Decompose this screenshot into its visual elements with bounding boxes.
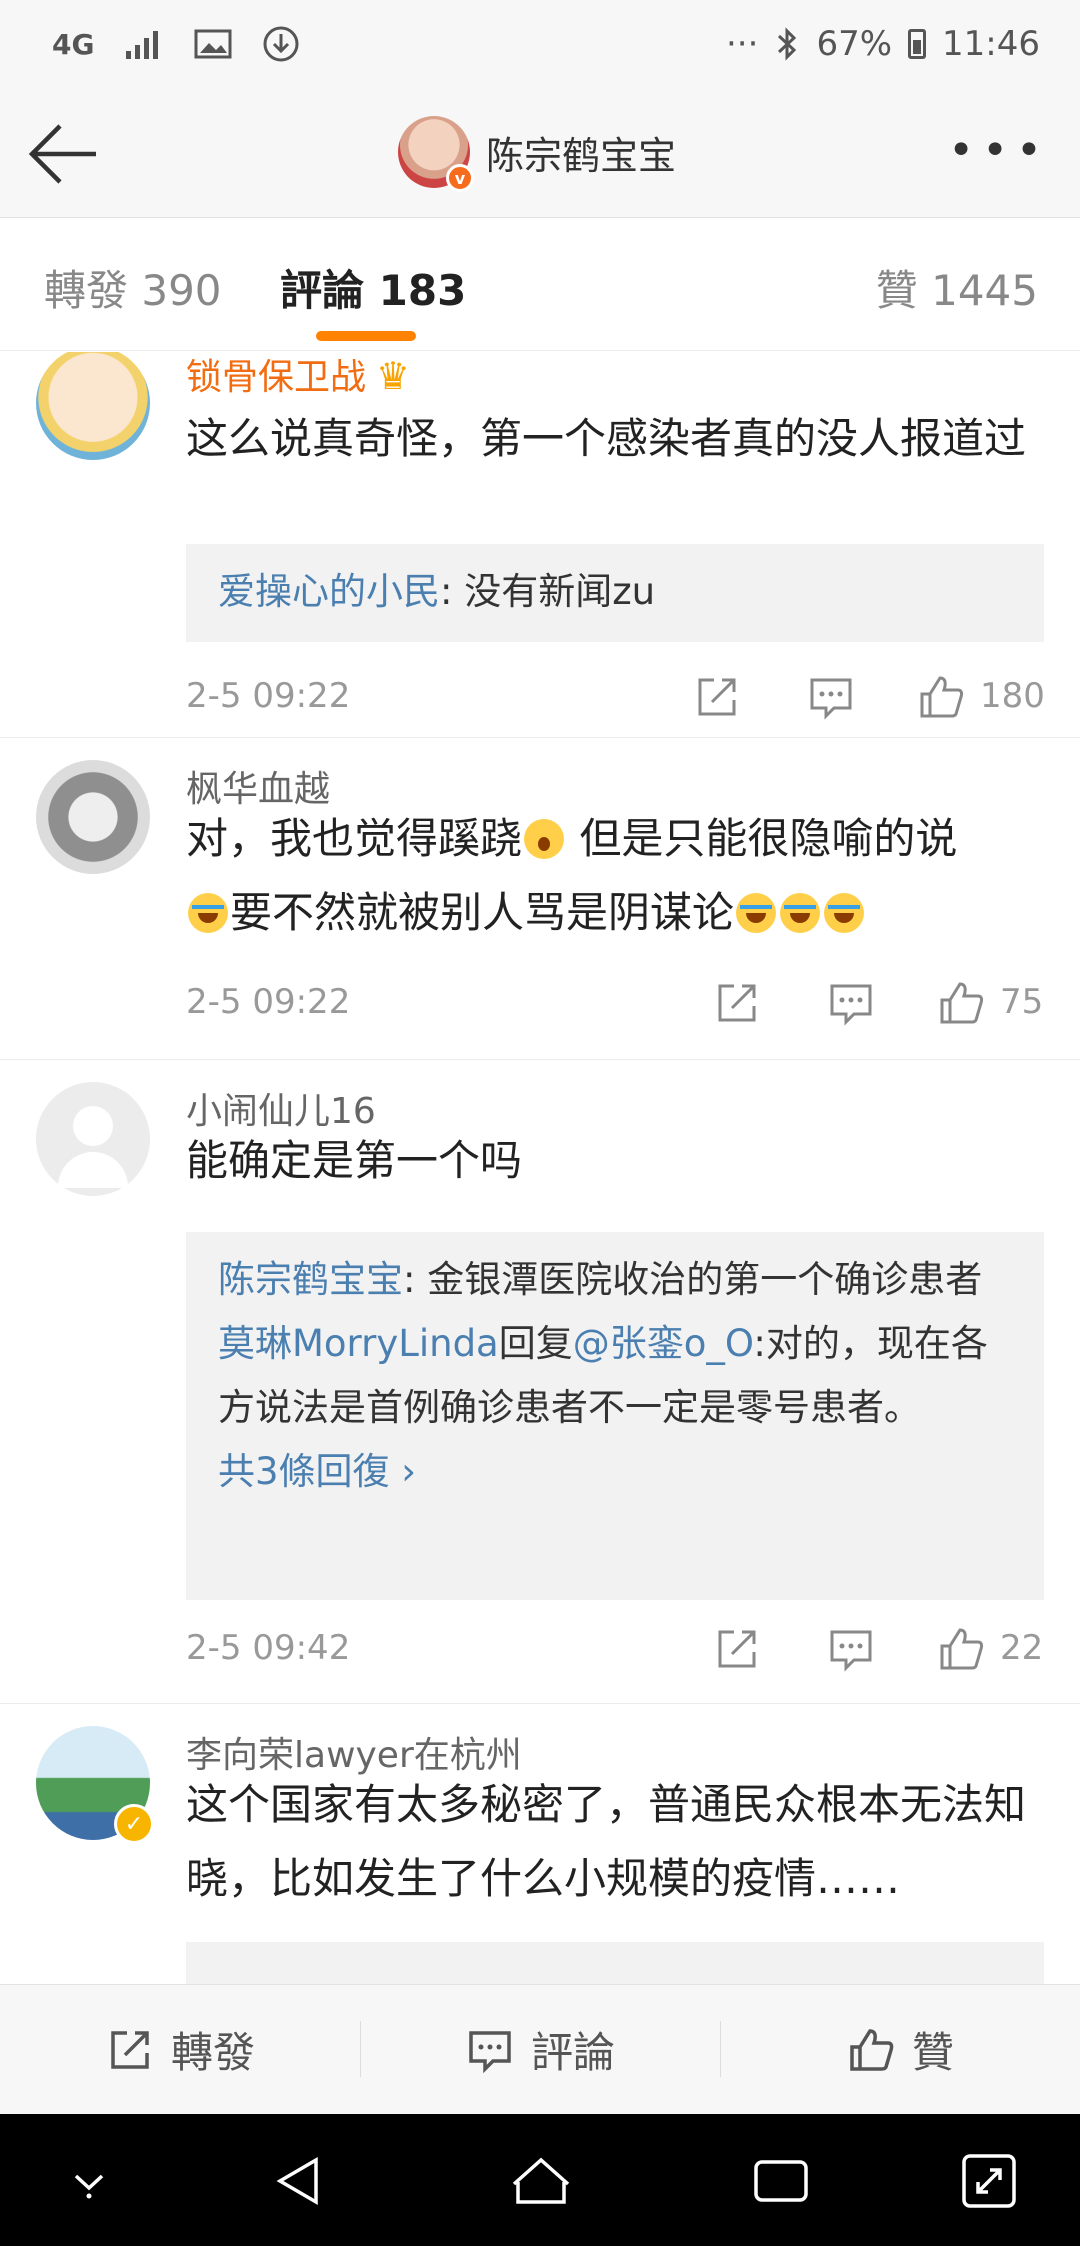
reply-text: : 没有新闻zu (440, 570, 656, 613)
comment-time: 2-5 09:22 (186, 982, 351, 1022)
laugh-cry-emoji-icon (736, 893, 777, 933)
comment-text: 这个国家有太多秘密了，普通民众根本无法知晓，比如发生了什么小规模的疫情…… (186, 1780, 1027, 1903)
comment-icon[interactable] (826, 1624, 876, 1674)
like-label: 贊 (911, 2028, 954, 2077)
home-icon[interactable] (508, 2148, 574, 2214)
share-icon (111, 2030, 149, 2069)
battery-icon (908, 29, 927, 59)
comment-item: 锁骨保卫战 ♛ 这么说真奇怪，第一个感染者真的没人报道过 爱操心的小民: 没有新闻… (0, 352, 1080, 738)
share-icon[interactable] (692, 672, 742, 722)
like-button[interactable]: 75 (936, 978, 1043, 1028)
back-triangle-icon[interactable] (266, 2148, 332, 2214)
image-icon (194, 29, 232, 59)
status-bar: 4G ··· 67% 11:46 (0, 0, 1080, 88)
thumbs-up-icon (920, 676, 964, 718)
reply-connector: 回复 (498, 1322, 573, 1365)
laugh-cry-emoji-icon (188, 893, 228, 933)
tab-active-indicator (316, 331, 416, 341)
chevron-down-icon[interactable] (56, 2148, 122, 2214)
reply-username[interactable]: 陈宗鹤宝宝 (218, 1258, 403, 1301)
comment-item: 小闹仙儿16 能确定是第一个吗 陈宗鹤宝宝: 金银潭医院收治的第一个确诊患者 莫… (0, 1060, 1080, 1704)
bluetooth-icon (778, 27, 797, 61)
comment-meta: 2-5 09:42 22 (186, 1624, 1050, 1674)
crown-icon: ♛ (376, 354, 411, 398)
tab-like[interactable]: 贊 1445 (876, 257, 1038, 318)
text-part: 对，我也觉得蹊跷 (186, 814, 523, 863)
status-left: 4G (52, 25, 300, 63)
battery-percent: 67% (816, 24, 893, 64)
laugh-cry-emoji-icon (780, 893, 821, 933)
recent-apps-icon[interactable] (748, 2148, 814, 2214)
reply-line: 莫琳MorryLinda回复@张銮o_O:对的，现在各方说法是首例确诊患者不一定… (218, 1312, 1012, 1440)
like-button[interactable]: 180 (916, 672, 1045, 722)
comment-time: 2-5 09:22 (186, 676, 351, 716)
download-icon (263, 26, 299, 62)
comment-label: 評論 (530, 2028, 615, 2077)
like-button[interactable]: 贊 (720, 1985, 1080, 2114)
comment-text: 这么说真奇怪，第一个感染者真的没人报道过 (186, 414, 1027, 463)
comment-username[interactable]: 锁骨保卫战 ♛ (186, 352, 410, 400)
more-options-icon[interactable]: ••• (948, 129, 1050, 173)
reply-box[interactable]: 陈宗鹤宝宝: 金银潭医院收治的第一个确诊患者 莫琳MorryLinda回复@张銮… (186, 1232, 1044, 1600)
like-count: 22 (1000, 1628, 1044, 1668)
network-type: 4G (52, 27, 95, 61)
signal-icon (126, 31, 159, 59)
comment-icon (469, 2030, 511, 2073)
comment-button[interactable]: 評論 (360, 1985, 720, 2114)
verified-badge-icon: v (446, 164, 474, 192)
comment-text: 对，我也觉得蹊跷 但是只能很隐喻的说要不然就被别人骂是阴谋论 (186, 802, 1046, 950)
reply-username[interactable]: 莫琳MorryLinda (218, 1322, 499, 1365)
avatar[interactable]: ✓ (36, 1726, 154, 1844)
expand-icon[interactable] (956, 2148, 1022, 2214)
like-count: 75 (1000, 982, 1044, 1022)
comment-time: 2-5 09:42 (186, 1628, 351, 1668)
laugh-cry-emoji-icon (824, 893, 865, 933)
comment-text: 能确定是第一个吗 (186, 1136, 523, 1185)
more-replies-link[interactable]: 共3條回復 › (218, 1440, 1012, 1504)
reply-mention[interactable]: @张銮o_O (573, 1322, 754, 1365)
system-nav-bar (0, 2114, 1080, 2246)
comment-meta: 2-5 09:22 180 (186, 672, 1050, 722)
text-part: 但是只能很隐喻的说 (566, 814, 958, 863)
comment-icon[interactable] (806, 672, 856, 722)
comment-item: 枫华血越 对，我也觉得蹊跷 但是只能很隐喻的说 要不然就被别人骂是阴谋论 2-5 … (0, 738, 1080, 1060)
repost-label: 轉發 (170, 2028, 255, 2077)
reply-box[interactable] (186, 1942, 1044, 1984)
status-right: ··· 67% 11:46 (726, 24, 1040, 64)
tab-repost[interactable]: 轉發 390 (44, 257, 222, 318)
thumbs-up-icon (940, 1628, 984, 1670)
tab-comment[interactable]: 評論 183 (280, 257, 466, 318)
avatar-placeholder[interactable] (36, 1082, 150, 1196)
comment-item: ✓ 李向荣lawyer在杭州 这个国家有太多秘密了，普通民众根本无法知晓，比如发… (0, 1704, 1080, 1984)
verified-badge-icon: ✓ (114, 1804, 154, 1844)
nav-user[interactable]: v 陈宗鹤宝宝 (398, 116, 677, 192)
nav-title: 陈宗鹤宝宝 (486, 133, 677, 178)
comment-list: 锁骨保卫战 ♛ 这么说真奇怪，第一个感染者真的没人报道过 爱操心的小民: 没有新闻… (0, 352, 1080, 1984)
nav-avatar: v (398, 116, 474, 192)
text-part: 要不然就被别人骂是阴谋论 (230, 888, 735, 937)
reply-line: 陈宗鹤宝宝: 金银潭医院收治的第一个确诊患者 (218, 1248, 1012, 1312)
comment-icon[interactable] (826, 978, 876, 1028)
thumbs-up-icon (850, 2028, 894, 2071)
reply-box[interactable]: 爱操心的小民: 没有新闻zu (186, 544, 1044, 642)
username-text: 锁骨保卫战 (186, 357, 367, 398)
bottom-action-bar: 轉發 評論 贊 (0, 1984, 1080, 2114)
tab-bar: 轉發 390 評論 183 贊 1445 (0, 219, 1080, 351)
reply-text: : 金银潭医院收治的第一个确诊患者 (403, 1258, 983, 1301)
like-count: 180 (980, 676, 1045, 716)
share-icon[interactable] (712, 978, 762, 1028)
back-arrow-icon[interactable] (26, 114, 106, 194)
more-notifications: ··· (726, 24, 759, 64)
clock: 11:46 (942, 24, 1040, 64)
share-icon[interactable] (712, 1624, 762, 1674)
avatar[interactable] (36, 760, 150, 874)
thumbs-up-icon (940, 982, 984, 1024)
repost-button[interactable]: 轉發 (0, 1985, 360, 2114)
shocked-emoji-icon (524, 819, 565, 859)
nav-bar: v 陈宗鹤宝宝 ••• (0, 88, 1080, 218)
comment-meta: 2-5 09:22 75 (186, 978, 1050, 1028)
like-button[interactable]: 22 (936, 1624, 1043, 1674)
avatar[interactable] (36, 352, 150, 460)
reply-username[interactable]: 爱操心的小民 (218, 570, 440, 613)
